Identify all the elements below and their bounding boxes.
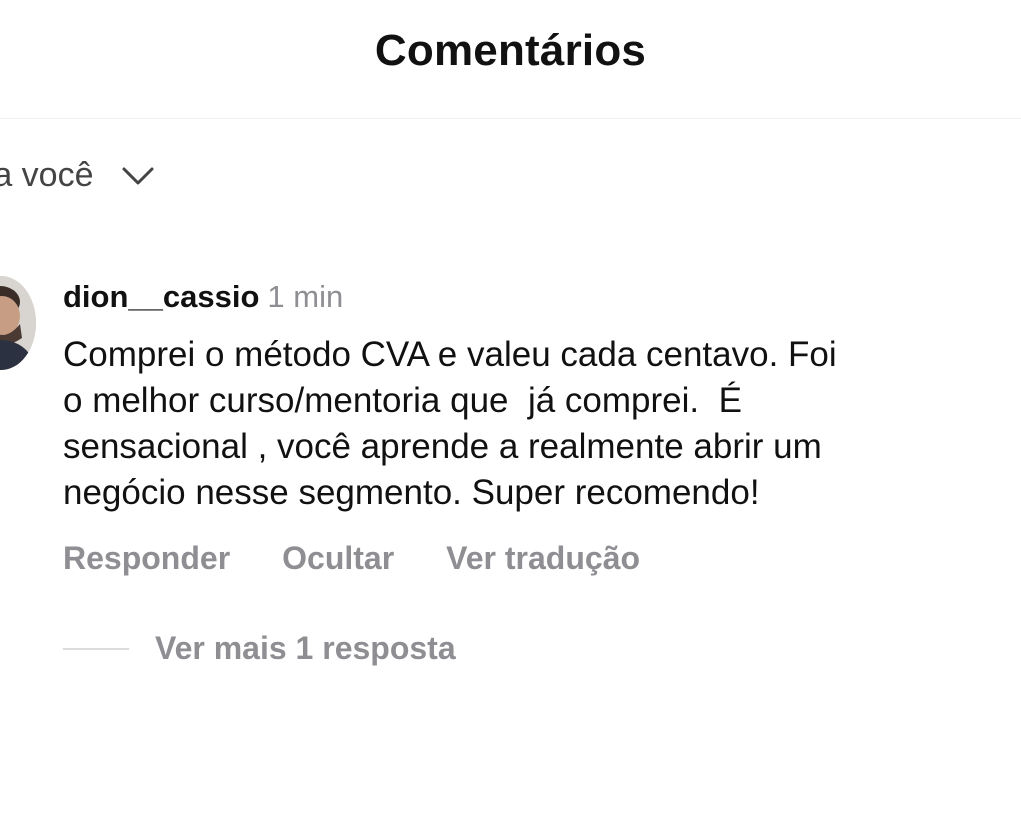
- username-link[interactable]: dion__cassio: [63, 279, 259, 314]
- view-more-replies-label: Ver mais 1 resposta: [155, 630, 456, 666]
- comment-timestamp: 1 min: [267, 279, 344, 314]
- view-more-replies-button[interactable]: Ver mais 1 resposta: [63, 630, 456, 667]
- comments-header: Comentários: [0, 0, 1021, 119]
- hide-button[interactable]: Ocultar: [282, 540, 394, 577]
- comment-text: Comprei o método CVA e valeu cada centav…: [63, 335, 837, 512]
- comments-screen: Comentários ra você dion__cassio1 min Co…: [0, 0, 1021, 820]
- translate-button[interactable]: Ver tradução: [446, 540, 640, 577]
- filter-label: ra você: [0, 156, 94, 194]
- comment-actions: Responder Ocultar Ver tradução: [63, 540, 692, 577]
- replies-divider: [63, 647, 129, 650]
- avatar[interactable]: [0, 276, 36, 370]
- page-title: Comentários: [374, 26, 647, 75]
- reply-button[interactable]: Responder: [63, 540, 230, 577]
- comment-header: dion__cassio 1 min: [63, 279, 343, 315]
- chevron-down-icon: [120, 161, 156, 191]
- comment-filter-dropdown[interactable]: ra você: [0, 156, 156, 195]
